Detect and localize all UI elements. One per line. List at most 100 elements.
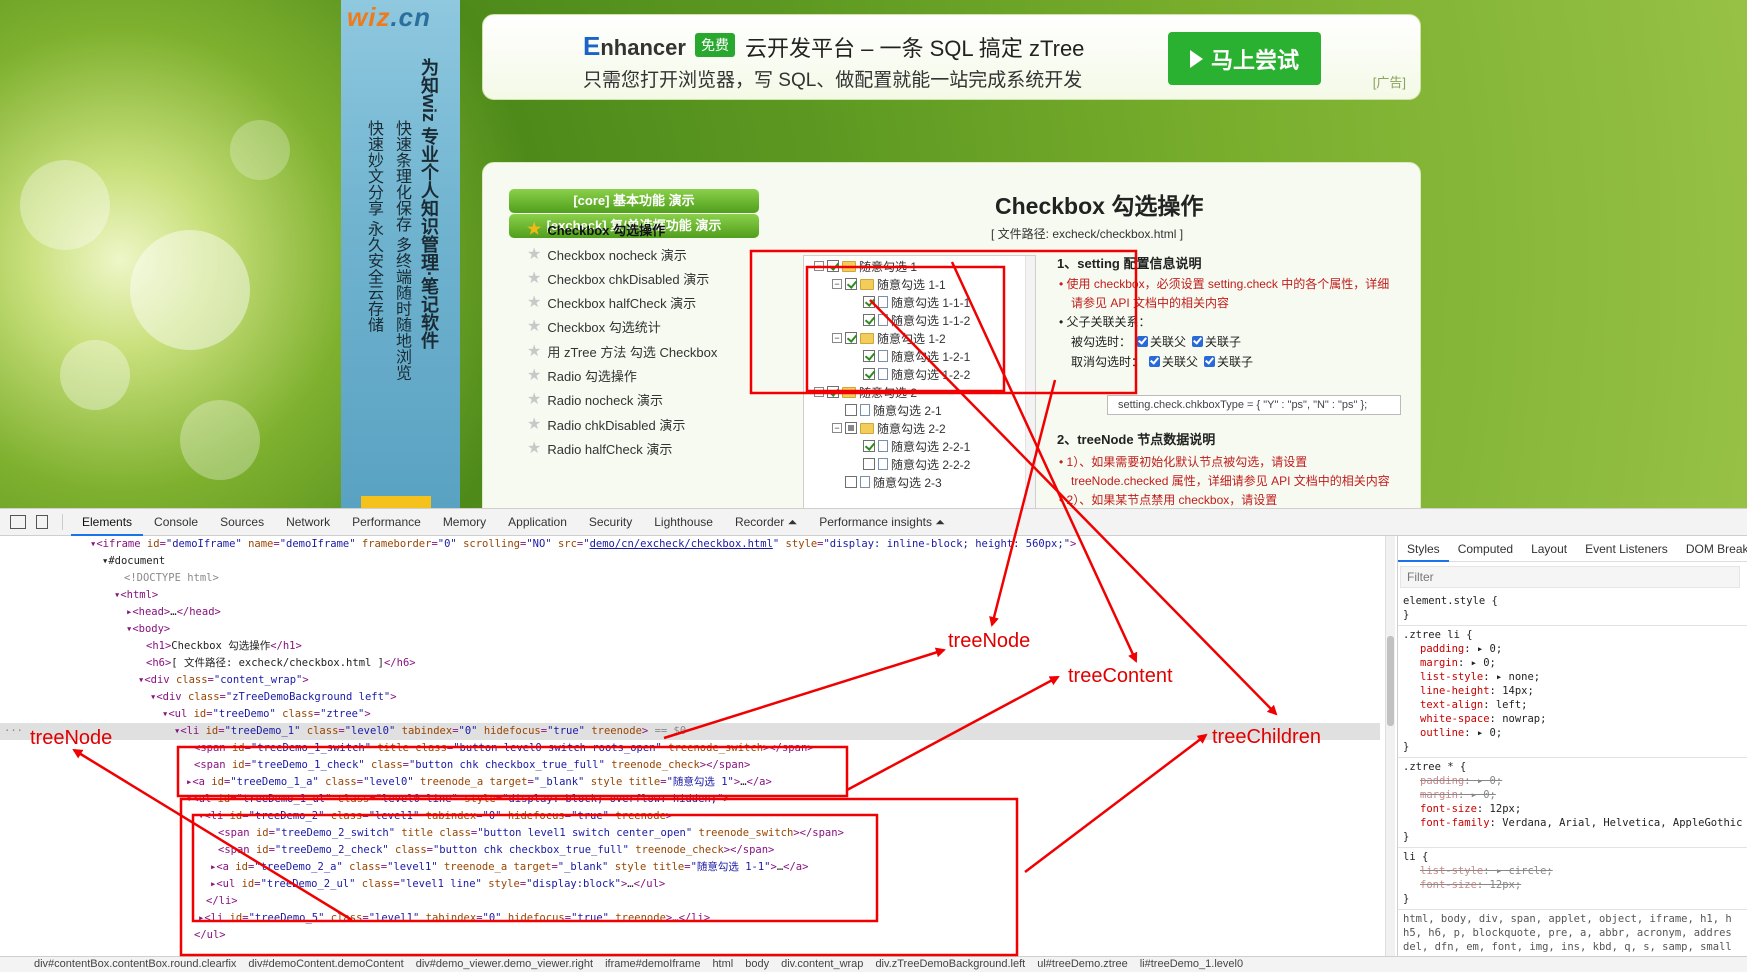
- dom-node[interactable]: <span id="treeDemo_1_switch" title class…: [194, 740, 814, 757]
- menu-item-radio-halfcheck[interactable]: ★ Radio halfCheck 演示: [527, 439, 672, 458]
- tree-checkbox[interactable]: [863, 368, 875, 380]
- style-decl[interactable]: list-style: ▸ none;: [1420, 670, 1540, 684]
- menu-item-chkdisabled[interactable]: ★ Checkbox chkDisabled 演示: [527, 269, 709, 288]
- tree-checkbox[interactable]: [827, 386, 839, 398]
- styles-filter-input[interactable]: Filter: [1400, 566, 1740, 588]
- dom-node[interactable]: ▾<iframe id="demoIframe" name="demoIfram…: [90, 536, 1076, 553]
- menu-item-count[interactable]: ★ Checkbox 勾选统计: [527, 317, 661, 336]
- device-toolbar-icon[interactable]: [36, 515, 48, 529]
- try-now-button[interactable]: 马上尝试: [1168, 32, 1321, 85]
- style-decl[interactable]: text-align: left;: [1420, 698, 1527, 712]
- dom-node[interactable]: ▸<a id="treeDemo_2_a" class="level1" tre…: [210, 859, 808, 876]
- checkbox-icon[interactable]: [1204, 356, 1216, 367]
- style-rule[interactable]: html, body, div, span, applet, object, i…: [1403, 912, 1732, 926]
- tree-switch-icon[interactable]: −: [832, 423, 842, 433]
- dom-node[interactable]: <span id="treeDemo_1_check" class="butto…: [194, 757, 750, 774]
- tree-node[interactable]: 随意勾选 2-1: [832, 402, 942, 418]
- wiz-sidebar-ad[interactable]: wiz.cn 为知wiz 专业个人知识管理·笔记软件 快速条理化保存 多终端随时…: [341, 0, 460, 508]
- dom-node[interactable]: ▾<ul id="treeDemo_1_ul" class="level0 li…: [186, 791, 730, 808]
- breadcrumb-item[interactable]: li#treeDemo_1.level0: [1140, 958, 1243, 970]
- style-decl[interactable]: margin: ▸ 0;: [1420, 656, 1496, 670]
- tree-node-label[interactable]: 随意勾选 1-2: [877, 330, 946, 347]
- styles-subtab[interactable]: DOM Break: [1677, 536, 1747, 562]
- tree-checkbox[interactable]: [845, 278, 857, 290]
- core-demo-button[interactable]: [core] 基本功能 演示: [509, 189, 759, 213]
- dom-node[interactable]: </li>: [206, 893, 238, 910]
- dom-node[interactable]: ▸<li id="treeDemo_5" class="level1" tabi…: [198, 910, 710, 927]
- dom-node[interactable]: ▾<li id="treeDemo_2" class="level1" tabi…: [198, 808, 672, 825]
- tree-checkbox[interactable]: [863, 440, 875, 452]
- inspect-element-icon[interactable]: [10, 515, 26, 529]
- checkbox-icon[interactable]: [1192, 336, 1204, 347]
- tree-checkbox[interactable]: [863, 350, 875, 362]
- style-decl[interactable]: padding: ▸ 0;: [1420, 642, 1502, 656]
- tree-checkbox[interactable]: [863, 314, 875, 326]
- tree-switch-icon[interactable]: −: [814, 261, 824, 271]
- tree-node[interactable]: 随意勾选 1-2-1: [850, 348, 970, 364]
- style-rule[interactable]: element.style {: [1403, 594, 1498, 608]
- style-decl[interactable]: font-size: 12px;: [1420, 802, 1521, 816]
- dom-node[interactable]: ▸<head>…</head>: [126, 604, 221, 621]
- devtools-tab[interactable]: Security: [578, 509, 643, 536]
- menu-item-radio-chkdisabled[interactable]: ★ Radio chkDisabled 演示: [527, 415, 685, 434]
- styles-subtab[interactable]: Computed: [1449, 536, 1522, 562]
- scroll-thumb[interactable]: [1387, 636, 1394, 726]
- menu-item-radio[interactable]: ★ Radio 勾选操作: [527, 366, 637, 385]
- tree-node[interactable]: − 随意勾选 1: [814, 258, 917, 274]
- tree-checkbox[interactable]: [827, 260, 839, 272]
- styles-subtab[interactable]: Event Listeners: [1576, 536, 1677, 562]
- devtools-tab[interactable]: Lighthouse: [643, 509, 724, 536]
- tree-node-label[interactable]: 随意勾选 2-1: [873, 402, 942, 419]
- enhancer-ad[interactable]: Enhancer 免费 云开发平台 – 一条 SQL 搞定 zTree 只需您打…: [482, 14, 1421, 100]
- tree-node-label[interactable]: 随意勾选 1-1: [877, 276, 946, 293]
- dom-node[interactable]: ▾#document: [102, 553, 165, 570]
- tree-node[interactable]: − 随意勾选 2: [814, 384, 917, 400]
- style-decl[interactable]: line-height: 14px;: [1420, 684, 1534, 698]
- tree-node[interactable]: 随意勾选 1-1-2: [850, 312, 970, 328]
- tree-node-label[interactable]: 随意勾选 1: [859, 258, 917, 275]
- devtools-tab[interactable]: Console: [143, 509, 209, 536]
- breadcrumb-item[interactable]: iframe#demoIframe: [605, 958, 700, 970]
- tree-node-label[interactable]: 随意勾选 2: [859, 384, 917, 401]
- dom-node[interactable]: ▸<ul id="treeDemo_2_ul" class="level1 li…: [210, 876, 665, 893]
- dom-node[interactable]: <span id="treeDemo_2_switch" title class…: [218, 825, 844, 842]
- style-decl[interactable]: list-style: ▸ circle;: [1420, 864, 1553, 878]
- wiz-download-tag[interactable]: [361, 496, 431, 508]
- breadcrumb-item[interactable]: div#demo_viewer.demo_viewer.right: [416, 958, 593, 970]
- tree-checkbox[interactable]: [845, 476, 857, 488]
- style-rule[interactable]: .ztree li {: [1403, 628, 1473, 642]
- checkbox-icon[interactable]: [1137, 336, 1149, 347]
- menu-item-halfcheck[interactable]: ★ Checkbox halfCheck 演示: [527, 293, 696, 312]
- tree-checkbox[interactable]: [863, 458, 875, 470]
- tree-checkbox[interactable]: [845, 332, 857, 344]
- devtools-tab[interactable]: Performance insights ⏶: [808, 509, 956, 536]
- dom-node[interactable]: ▾<div class="content_wrap">: [138, 672, 309, 689]
- dom-node[interactable]: <h1>Checkbox 勾选操作</h1>: [146, 638, 302, 655]
- tree-node-label[interactable]: 随意勾选 2-2: [877, 420, 946, 437]
- tree-node[interactable]: 随意勾选 2-3: [832, 474, 942, 490]
- dom-node[interactable]: <h6>[ 文件路径: excheck/checkbox.html ]</h6>: [146, 655, 416, 672]
- tree-switch-icon[interactable]: −: [814, 387, 824, 397]
- tree-node[interactable]: 随意勾选 2-2-1: [850, 438, 970, 454]
- style-decl[interactable]: margin: ▸ 0;: [1420, 788, 1496, 802]
- styles-subtab[interactable]: Styles: [1398, 536, 1449, 562]
- breadcrumb-item[interactable]: body: [745, 958, 769, 970]
- tree-node-label[interactable]: 随意勾选 1-2-2: [891, 366, 970, 383]
- devtools-tab[interactable]: Recorder ⏶: [724, 509, 808, 536]
- style-decl[interactable]: padding: ▸ 0;: [1420, 774, 1502, 788]
- devtools-tab[interactable]: Performance: [341, 509, 432, 536]
- checkbox-icon[interactable]: [1149, 356, 1161, 367]
- dom-node-selected[interactable]: ··· ▾<li id="treeDemo_1" class="level0" t…: [0, 723, 1380, 740]
- style-rule[interactable]: li {: [1403, 850, 1428, 864]
- devtools-tab[interactable]: Elements: [71, 509, 144, 536]
- dom-node[interactable]: <span id="treeDemo_2_check" class="butto…: [218, 842, 774, 859]
- elements-scrollbar[interactable]: [1385, 536, 1395, 956]
- tree-checkbox[interactable]: [863, 296, 875, 308]
- dom-node[interactable]: ▾<body>: [126, 621, 170, 638]
- dom-node[interactable]: ▾<div class="zTreeDemoBackground left">: [150, 689, 397, 706]
- tree-node-label[interactable]: 随意勾选 1-2-1: [891, 348, 970, 365]
- menu-item-ztree-method[interactable]: ★ 用 zTree 方法 勾选 Checkbox: [527, 342, 717, 361]
- tree-switch-icon[interactable]: −: [832, 333, 842, 343]
- dom-node[interactable]: </ul>: [194, 927, 226, 944]
- tree-checkbox[interactable]: [845, 404, 857, 416]
